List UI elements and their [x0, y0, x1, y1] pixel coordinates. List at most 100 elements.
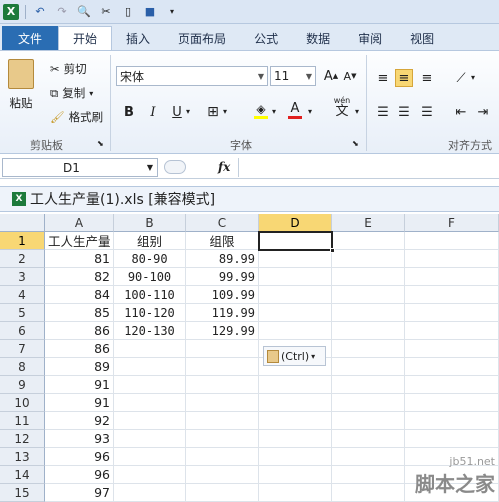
cell[interactable]: 82: [45, 268, 114, 286]
cell[interactable]: 89.99: [186, 250, 259, 268]
align-bottom-button[interactable]: ≡: [418, 69, 436, 87]
row-header[interactable]: 13: [0, 448, 45, 466]
cell[interactable]: [332, 322, 405, 340]
orientation-button[interactable]: ⟋: [452, 69, 470, 87]
row-header[interactable]: 4: [0, 286, 45, 304]
align-center-button[interactable]: ☰: [395, 103, 413, 121]
tab-5[interactable]: 数据: [292, 26, 344, 50]
cell[interactable]: [405, 322, 499, 340]
underline-button[interactable]: U: [168, 103, 186, 121]
format-painter-button[interactable]: 🖌 格式刷: [50, 109, 103, 125]
cell[interactable]: [332, 412, 405, 430]
cell[interactable]: 96: [45, 448, 114, 466]
row-header[interactable]: 10: [0, 394, 45, 412]
cell[interactable]: [405, 286, 499, 304]
cell[interactable]: 92: [45, 412, 114, 430]
cell[interactable]: 组限: [186, 232, 259, 250]
save-icon[interactable]: ■: [142, 4, 158, 20]
cut-icon[interactable]: ✂: [98, 4, 114, 20]
cell[interactable]: [332, 250, 405, 268]
insert-function-icon[interactable]: fx: [218, 160, 230, 174]
chevron-down-icon[interactable]: ▾: [471, 73, 475, 82]
cell[interactable]: [332, 484, 405, 502]
align-left-button[interactable]: ☰: [374, 103, 392, 121]
column-header[interactable]: A: [45, 214, 114, 232]
cut-button[interactable]: ✂ 剪切: [50, 61, 87, 77]
borders-button[interactable]: ⊞: [204, 103, 222, 121]
cell[interactable]: 86: [45, 340, 114, 358]
row-header[interactable]: 7: [0, 340, 45, 358]
clipboard-launcher-icon[interactable]: ⬊: [97, 139, 104, 148]
cell[interactable]: [259, 430, 332, 448]
tab-3[interactable]: 页面布局: [164, 26, 240, 50]
cell[interactable]: [259, 304, 332, 322]
cell[interactable]: [259, 286, 332, 304]
increase-indent-button[interactable]: ⇥: [474, 103, 492, 121]
cell[interactable]: 99.99: [186, 268, 259, 286]
cell[interactable]: [186, 412, 259, 430]
row-header[interactable]: 11: [0, 412, 45, 430]
cell[interactable]: 97: [45, 484, 114, 502]
cell[interactable]: 89: [45, 358, 114, 376]
column-header[interactable]: D: [259, 214, 332, 232]
cell[interactable]: 工人生产量: [45, 232, 114, 250]
cell[interactable]: [114, 412, 186, 430]
cell[interactable]: [186, 430, 259, 448]
cell[interactable]: [405, 304, 499, 322]
cell[interactable]: [259, 394, 332, 412]
print-preview-icon[interactable]: 🔍: [76, 4, 92, 20]
cell[interactable]: [332, 232, 405, 250]
tab-4[interactable]: 公式: [240, 26, 292, 50]
cell[interactable]: [405, 250, 499, 268]
cell[interactable]: [186, 484, 259, 502]
cell[interactable]: [332, 304, 405, 322]
excel-logo-icon[interactable]: X: [3, 3, 19, 20]
undo-icon[interactable]: ↶: [32, 4, 48, 20]
paste-button[interactable]: 粘贴: [8, 59, 34, 111]
font-launcher-icon[interactable]: ⬊: [352, 139, 359, 148]
cell[interactable]: 组别: [114, 232, 186, 250]
cell[interactable]: [114, 484, 186, 502]
cell[interactable]: [332, 466, 405, 484]
row-header[interactable]: 12: [0, 430, 45, 448]
column-header[interactable]: C: [186, 214, 259, 232]
cell[interactable]: 91: [45, 376, 114, 394]
cell[interactable]: [186, 466, 259, 484]
tab-1[interactable]: 开始: [58, 26, 113, 50]
cell[interactable]: [259, 376, 332, 394]
cell[interactable]: [114, 430, 186, 448]
shrink-font-button[interactable]: A ▼: [341, 67, 359, 85]
cell[interactable]: [114, 358, 186, 376]
bold-button[interactable]: B: [120, 103, 138, 121]
align-right-button[interactable]: ☰: [418, 103, 436, 121]
cell[interactable]: [259, 250, 332, 268]
cell[interactable]: 129.99: [186, 322, 259, 340]
align-middle-button[interactable]: ≡: [395, 69, 413, 87]
cell[interactable]: [186, 376, 259, 394]
cell[interactable]: [405, 376, 499, 394]
cell[interactable]: [259, 412, 332, 430]
cell[interactable]: 120-130: [114, 322, 186, 340]
chevron-down-icon[interactable]: ▾: [355, 107, 359, 116]
chevron-down-icon[interactable]: ▾: [186, 107, 190, 116]
fill-handle[interactable]: [330, 248, 335, 253]
cell[interactable]: [332, 268, 405, 286]
select-all-corner[interactable]: [0, 214, 45, 232]
tab-7[interactable]: 视图: [396, 26, 448, 50]
redo-icon[interactable]: ↷: [54, 4, 70, 20]
font-color-button[interactable]: A: [286, 101, 304, 119]
row-header[interactable]: 2: [0, 250, 45, 268]
cell[interactable]: [186, 340, 259, 358]
cell[interactable]: [114, 448, 186, 466]
row-header[interactable]: 14: [0, 466, 45, 484]
cell[interactable]: [114, 466, 186, 484]
cell[interactable]: [186, 448, 259, 466]
cell[interactable]: [332, 394, 405, 412]
cell[interactable]: [259, 466, 332, 484]
cell[interactable]: 85: [45, 304, 114, 322]
cell[interactable]: 109.99: [186, 286, 259, 304]
cell[interactable]: [259, 322, 332, 340]
cell[interactable]: [332, 376, 405, 394]
cell[interactable]: [114, 340, 186, 358]
row-header[interactable]: 9: [0, 376, 45, 394]
